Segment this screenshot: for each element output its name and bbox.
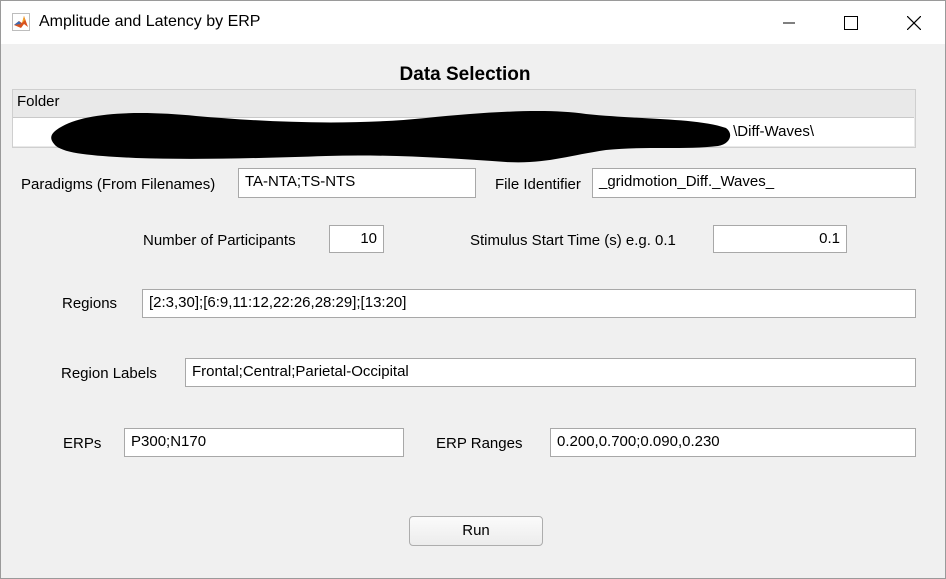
region-labels-input[interactable]: Frontal;Central;Parietal-Occipital: [185, 358, 916, 387]
app-window: Amplitude and Latency by ERP Data Select…: [0, 0, 946, 579]
erps-input[interactable]: P300;N170: [124, 428, 404, 457]
close-icon: [907, 15, 921, 30]
file-identifier-input[interactable]: _gridmotion_Diff._Waves_: [592, 168, 916, 198]
maximize-button[interactable]: [828, 1, 874, 44]
minimize-icon: [783, 17, 795, 29]
stimulus-start-label: Stimulus Start Time (s) e.g. 0.1: [470, 232, 676, 249]
erps-label: ERPs: [63, 435, 102, 452]
paradigms-input[interactable]: TA-NTA;TS-NTS: [238, 168, 476, 198]
folder-path-value: \Diff-Waves\: [733, 123, 814, 140]
redaction-mark: [51, 111, 731, 163]
matlab-icon: [12, 13, 30, 31]
region-labels-label: Region Labels: [61, 365, 157, 382]
paradigms-label: Paradigms (From Filenames): [21, 176, 216, 193]
erp-ranges-input[interactable]: 0.200,0.700;0.090,0.230: [550, 428, 916, 457]
page-title: Data Selection: [399, 64, 531, 85]
close-button[interactable]: [891, 1, 937, 44]
participants-label: Number of Participants: [143, 232, 296, 249]
regions-input[interactable]: [2:3,30];[6:9,11:12,22:26,28:29];[13:20]: [142, 289, 916, 318]
stimulus-start-input[interactable]: 0.1: [713, 225, 847, 253]
maximize-icon: [844, 15, 858, 30]
participants-input[interactable]: 10: [329, 225, 384, 253]
minimize-button[interactable]: [766, 1, 812, 44]
window-title: Amplitude and Latency by ERP: [39, 13, 261, 30]
dialog-body: Data Selection Folder \Diff-Waves\ Parad…: [1, 44, 945, 578]
erp-ranges-label: ERP Ranges: [436, 435, 523, 452]
file-identifier-label: File Identifier: [495, 176, 581, 193]
run-button[interactable]: Run: [409, 516, 543, 546]
title-bar[interactable]: Amplitude and Latency by ERP: [1, 1, 945, 44]
regions-label: Regions: [62, 295, 118, 312]
